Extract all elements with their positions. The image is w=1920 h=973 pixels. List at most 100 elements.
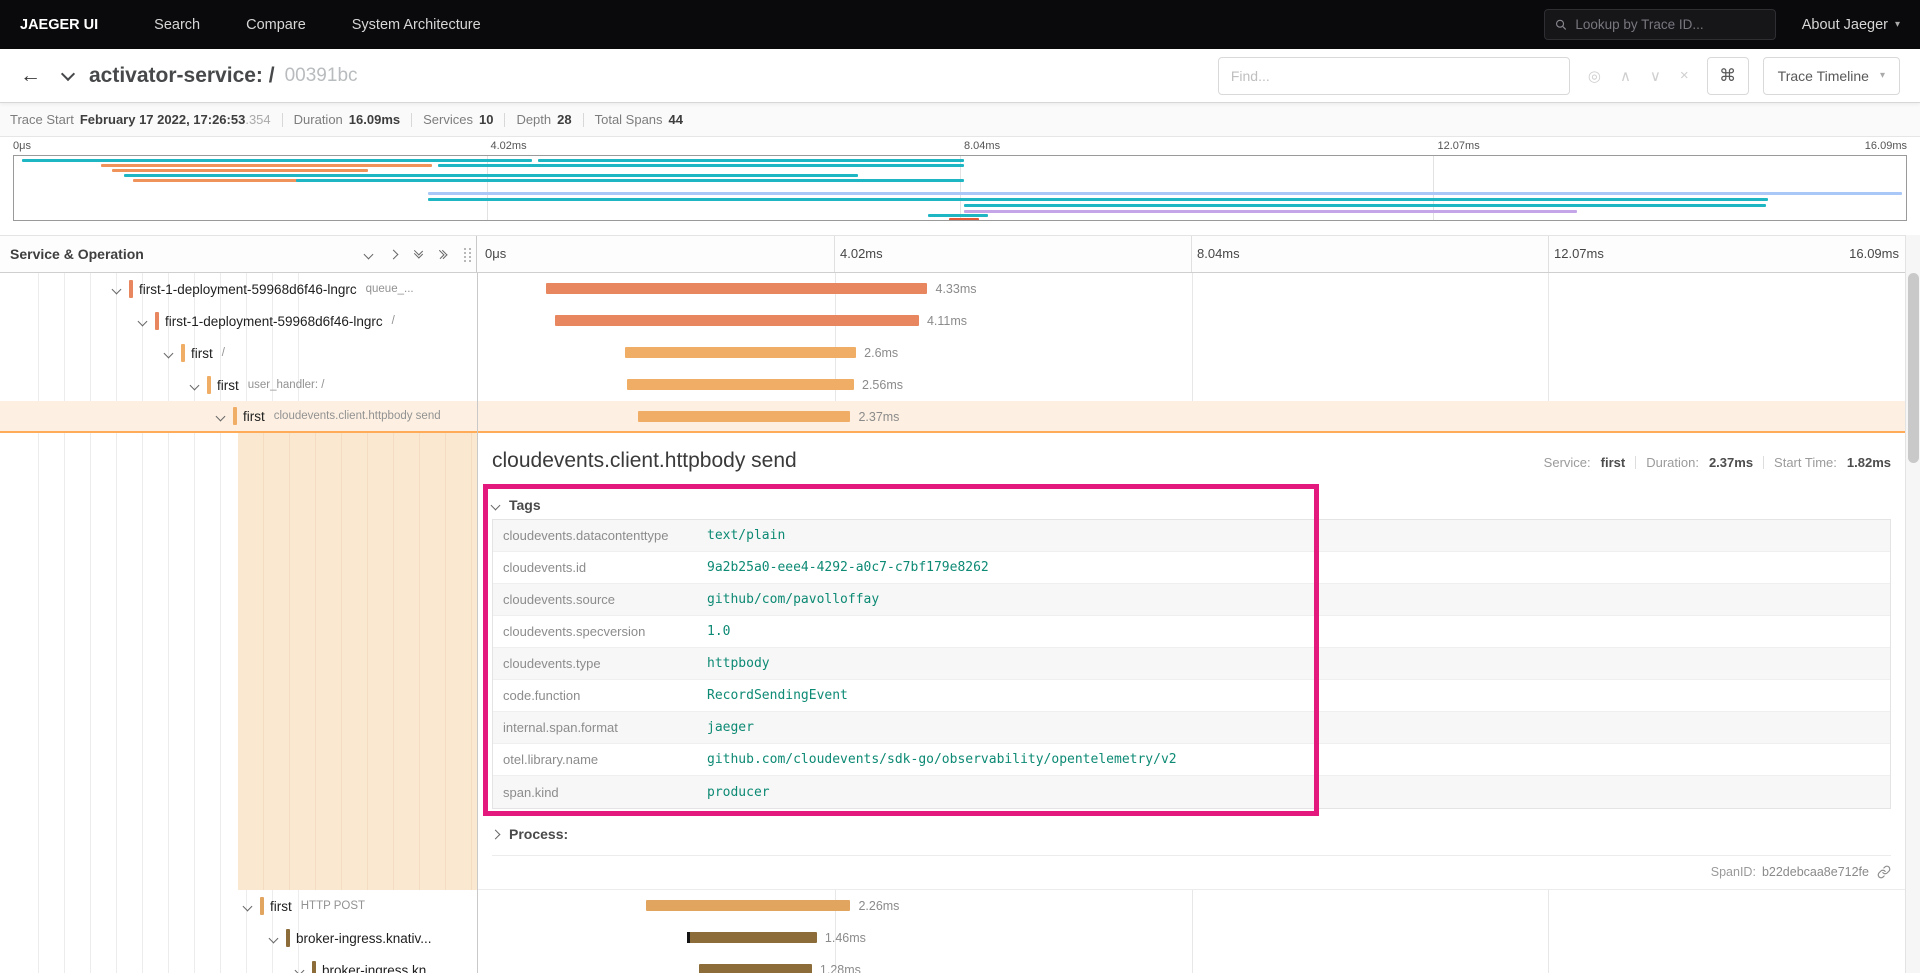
span-bar-row[interactable]: 1.28ms bbox=[478, 954, 1905, 973]
span-tree-row[interactable]: first / bbox=[0, 337, 477, 369]
depth-value: 28 bbox=[557, 112, 572, 127]
about-jaeger-label: About Jaeger bbox=[1801, 16, 1888, 33]
span-bar-row[interactable]: 1.46ms bbox=[478, 922, 1905, 954]
minimap-canvas[interactable] bbox=[13, 155, 1907, 221]
prev-result-icon[interactable]: ∧ bbox=[1620, 67, 1631, 85]
span-tree-row[interactable]: first cloudevents.client.httpbody send bbox=[0, 401, 477, 433]
timeline-tick: 0μs bbox=[485, 246, 507, 261]
depth-label: Depth bbox=[516, 112, 552, 127]
chevron-down-icon[interactable] bbox=[189, 380, 200, 390]
span-operation-name: / bbox=[391, 315, 395, 327]
expand-one-icon[interactable] bbox=[388, 249, 399, 259]
nav-item-search[interactable]: Search bbox=[154, 17, 200, 33]
span-detail-title: cloudevents.client.httpbody send bbox=[492, 449, 797, 472]
back-icon[interactable]: ← bbox=[20, 64, 41, 88]
tags-section-label: Tags bbox=[509, 497, 541, 513]
search-icon bbox=[1555, 19, 1566, 30]
span-service-name: first bbox=[270, 898, 292, 914]
span-tree-row[interactable]: broker-ingress.knativ... bbox=[0, 922, 477, 954]
ruler-tick: 12.07ms bbox=[1437, 140, 1480, 152]
app-brand[interactable]: JAEGER UI bbox=[20, 17, 98, 33]
collapse-trace-header-icon[interactable] bbox=[60, 66, 76, 81]
total-spans-label: Total Spans bbox=[594, 112, 663, 127]
chevron-down-icon[interactable] bbox=[163, 348, 174, 358]
span-tree-row[interactable]: first-1-deployment-59968d6f46-lngrc queue… bbox=[0, 273, 477, 305]
span-duration-bar[interactable] bbox=[646, 900, 851, 911]
chevron-down-icon[interactable] bbox=[215, 411, 226, 421]
tags-section-toggle[interactable]: Tags bbox=[490, 491, 1891, 519]
minimap-ruler: 0μs 4.02ms 8.04ms 12.07ms 16.09ms bbox=[13, 139, 1907, 155]
span-duration-bar[interactable] bbox=[627, 379, 854, 390]
span-duration-text: 4.33ms bbox=[935, 282, 977, 296]
span-duration-bar[interactable] bbox=[699, 964, 812, 973]
span-duration-bar[interactable] bbox=[555, 315, 919, 326]
span-tree-row[interactable]: first-1-deployment-59968d6f46-lngrc / bbox=[0, 305, 477, 337]
clear-find-icon[interactable]: × bbox=[1680, 67, 1689, 84]
span-bar-row[interactable]: 2.26ms bbox=[478, 890, 1905, 922]
span-operation-name: cloudevents.client.httpbody send bbox=[273, 410, 441, 422]
about-jaeger-menu[interactable]: About Jaeger ▾ bbox=[1802, 17, 1900, 33]
span-bar-row[interactable]: 4.11ms bbox=[478, 305, 1905, 337]
service-color-strip bbox=[286, 929, 290, 947]
span-bar-row[interactable]: 2.37ms bbox=[478, 401, 1905, 433]
expand-all-icon[interactable] bbox=[435, 249, 448, 259]
span-duration-bar[interactable] bbox=[546, 283, 928, 294]
span-operation-name: queue_... bbox=[365, 283, 414, 295]
service-color-strip bbox=[129, 280, 133, 298]
ruler-tick: 0μs bbox=[13, 140, 31, 152]
find-input[interactable] bbox=[1217, 56, 1570, 95]
nav-item-compare[interactable]: Compare bbox=[246, 17, 306, 33]
chevron-down-icon[interactable] bbox=[268, 933, 279, 943]
span-bar-row[interactable]: 2.6ms bbox=[478, 337, 1905, 369]
trace-title: activator-service: / bbox=[89, 63, 275, 87]
nav-item-system-architecture[interactable]: System Architecture bbox=[352, 17, 481, 33]
chevron-down-icon[interactable] bbox=[137, 316, 148, 326]
process-section-toggle[interactable]: Process: bbox=[490, 819, 1891, 849]
span-duration-text: 2.6ms bbox=[864, 346, 899, 360]
next-result-icon[interactable]: ∨ bbox=[1650, 67, 1661, 85]
span-tree-row[interactable]: first user_handler: / bbox=[0, 369, 477, 401]
span-bar-row[interactable]: 2.56ms bbox=[478, 369, 1905, 401]
chevron-down-icon[interactable] bbox=[294, 965, 305, 973]
vertical-scrollbar[interactable] bbox=[1905, 235, 1920, 973]
trace-header-bar: ← activator-service: / 00391bc ◎ ∧ ∨ × ⌘… bbox=[0, 49, 1920, 103]
collapse-all-icon[interactable] bbox=[413, 246, 424, 259]
span-tree-row[interactable]: first HTTP POST bbox=[0, 890, 477, 922]
span-tree-row[interactable]: broker-ingress.kn... bbox=[0, 954, 477, 973]
span-bar-row[interactable]: 4.33ms bbox=[478, 273, 1905, 305]
span-duration-bar[interactable] bbox=[637, 411, 851, 422]
span-service-name: first bbox=[191, 345, 213, 361]
trace-id-input[interactable] bbox=[1575, 17, 1765, 32]
tag-value: 1.0 bbox=[707, 624, 731, 639]
tag-key: otel.library.name bbox=[503, 752, 599, 767]
minimap-span-segment bbox=[538, 159, 964, 162]
command-icon: ⌘ bbox=[1719, 65, 1737, 85]
tag-key: cloudevents.type bbox=[503, 656, 601, 671]
scrollbar-thumb[interactable] bbox=[1908, 273, 1919, 463]
span-duration-text: 4.11ms bbox=[926, 314, 968, 328]
service-color-strip bbox=[207, 376, 211, 394]
keyboard-shortcuts-button[interactable]: ⌘ bbox=[1706, 56, 1749, 95]
span-duration-text: 1.46ms bbox=[824, 931, 866, 945]
trace-view-select[interactable]: Trace Timeline ▾ bbox=[1762, 56, 1900, 95]
trace-id-short: 00391bc bbox=[284, 64, 358, 86]
span-service-name: broker-ingress.knativ... bbox=[296, 930, 432, 946]
chevron-down-icon[interactable] bbox=[242, 901, 253, 911]
tag-value: RecordSendingEvent bbox=[707, 688, 848, 703]
collapse-one-icon[interactable] bbox=[363, 249, 374, 259]
service-label: Service: bbox=[1543, 455, 1591, 470]
deep-link-icon[interactable] bbox=[1877, 865, 1891, 879]
minimap-span-segment bbox=[123, 174, 858, 177]
trace-id-search[interactable] bbox=[1543, 9, 1776, 40]
focus-result-icon[interactable]: ◎ bbox=[1588, 67, 1601, 85]
column-resizer[interactable] bbox=[464, 248, 471, 262]
trace-view-label: Trace Timeline bbox=[1777, 67, 1869, 84]
chevron-down-icon[interactable] bbox=[111, 284, 122, 294]
minimap-span-segment bbox=[963, 210, 1577, 213]
chevron-down-icon bbox=[490, 500, 501, 510]
span-duration-bar[interactable] bbox=[687, 932, 817, 943]
tag-key: cloudevents.datacontenttype bbox=[503, 528, 669, 543]
span-duration-bar[interactable] bbox=[624, 347, 857, 358]
chevron-right-icon bbox=[490, 829, 501, 839]
span-bars-panel: 4.33ms 4.11ms 2.6ms 2.56ms 2.37ms cloudevent… bbox=[477, 273, 1905, 973]
